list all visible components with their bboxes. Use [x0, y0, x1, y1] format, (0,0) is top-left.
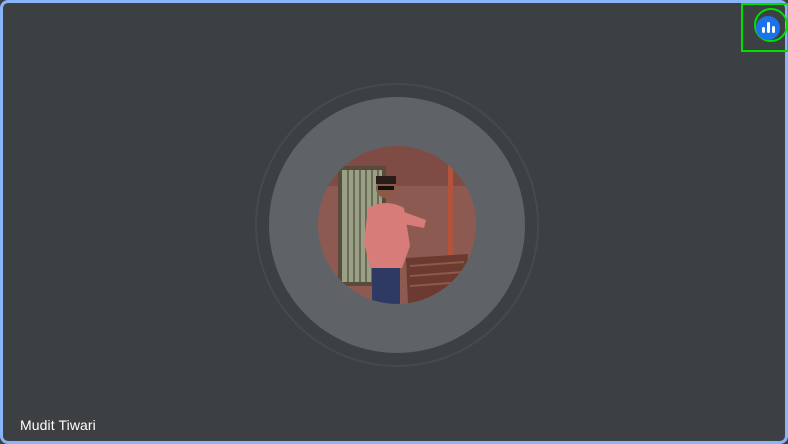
audio-level-bars-icon	[756, 16, 780, 40]
participant-tile[interactable]: Mudit Tiwari	[0, 0, 788, 444]
participant-avatar	[318, 146, 476, 304]
participant-name: Mudit Tiwari	[20, 417, 96, 433]
avatar-photo	[318, 146, 476, 304]
speaking-indicator-highlight	[741, 3, 788, 52]
